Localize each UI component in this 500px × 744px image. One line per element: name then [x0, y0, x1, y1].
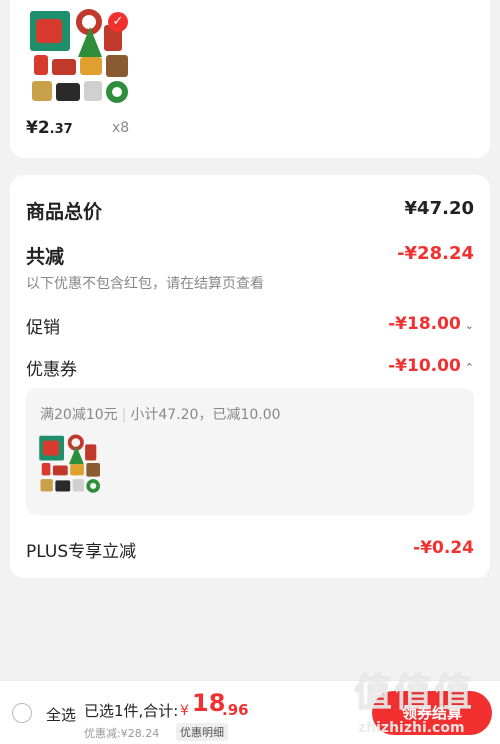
item-quantity: x8: [112, 120, 130, 136]
total-value: ¥47.20: [404, 198, 474, 219]
reduce-value: -¥28.24: [397, 243, 474, 264]
price-summary-card: 商品总价 ¥47.20 共减 -¥28.24 以下优惠不包含红包，请在结算页查看…: [10, 175, 490, 578]
discount-detail-button[interactable]: 优惠明细: [176, 723, 228, 741]
plus-label: PLUS专享立减: [26, 542, 137, 562]
total-int: 18: [192, 689, 226, 717]
chevron-down-icon[interactable]: ⌄: [465, 319, 474, 332]
promo-value: -¥18.00: [388, 314, 461, 334]
checkout-bar: 全选 已选1件,合计: ¥ 18 .96 优惠减:¥28.24 优惠明细 领券结…: [0, 680, 500, 744]
coupon-detail-panel: 满20减10元 | 小计47.20，已减10.00: [26, 388, 474, 515]
coupon-row-value[interactable]: -¥10.00 ⌃: [388, 356, 474, 376]
check-badge-icon[interactable]: ✓: [108, 12, 128, 32]
promo-label[interactable]: 促销: [26, 313, 60, 338]
item-price: ¥2.37: [26, 118, 73, 138]
total-dec: .96: [222, 701, 249, 719]
coupon-value: -¥10.00: [388, 356, 461, 376]
coupon-rule: 满20减10元: [40, 407, 118, 423]
coupon-label[interactable]: 优惠券: [26, 355, 77, 380]
checkout-button[interactable]: 领券结算: [372, 691, 492, 735]
select-all-label[interactable]: 全选: [46, 704, 76, 725]
chevron-up-icon[interactable]: ⌃: [465, 361, 474, 374]
total-currency: ¥: [180, 703, 189, 719]
discount-total: 优惠减:¥28.24: [84, 727, 160, 740]
selected-info: 已选1件,合计:: [84, 702, 179, 720]
coupon-subtotal: 小计47.20，已减10.00: [130, 407, 281, 423]
plus-value: -¥0.24: [413, 538, 474, 558]
reduce-label: 共减: [26, 246, 65, 268]
total-label: 商品总价: [26, 201, 103, 223]
coupon-detail-text: 满20减10元 | 小计47.20，已减10.00: [40, 407, 281, 423]
promo-row-value[interactable]: -¥18.00 ⌄: [388, 314, 474, 334]
coupon-product-image[interactable]: [38, 432, 100, 493]
radio-icon[interactable]: [12, 703, 32, 723]
cart-item-card: ✓ ¥2.37 x8: [10, 0, 490, 158]
discount-note: 以下优惠不包含红包，请在结算页查看: [26, 276, 264, 292]
